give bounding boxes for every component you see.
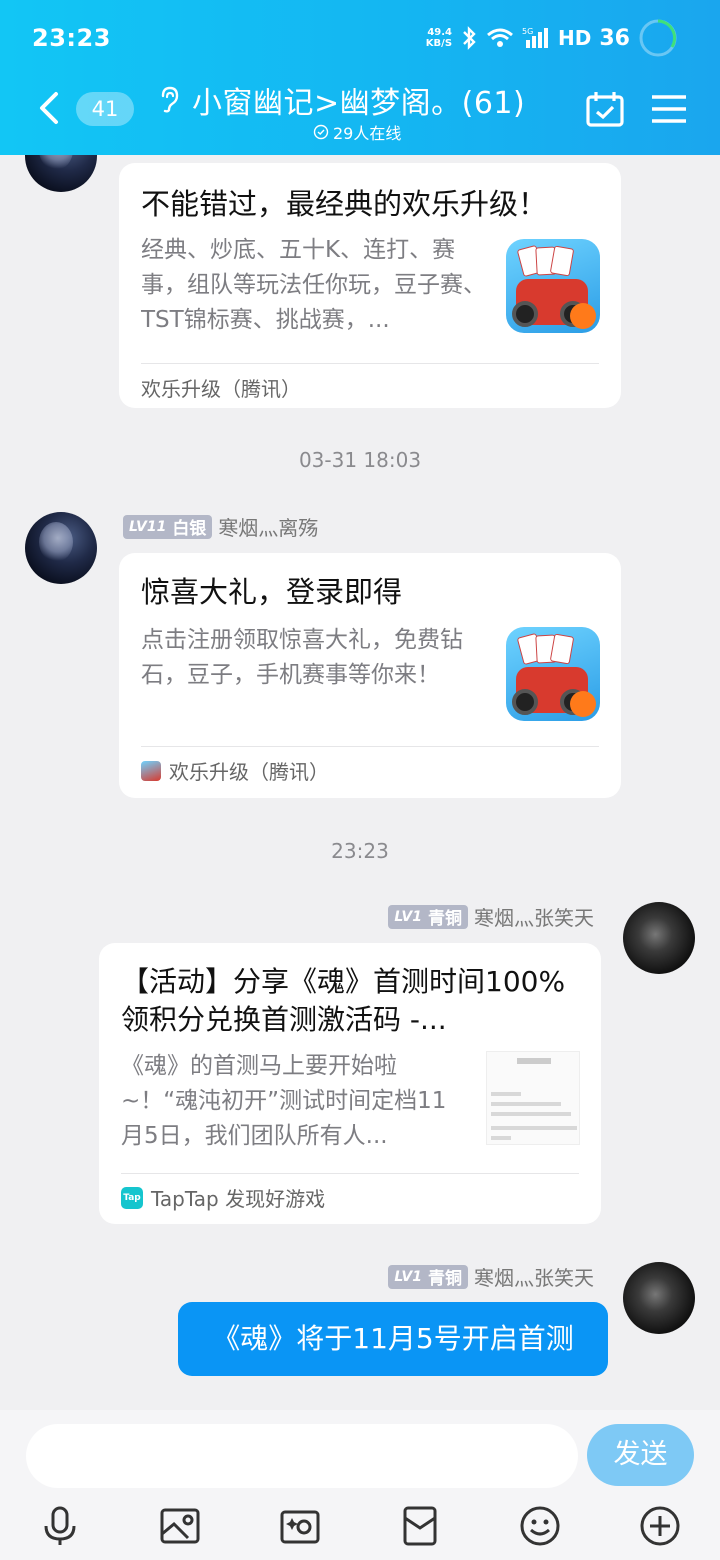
battery-ring-icon (639, 19, 677, 57)
self-avatar[interactable] (623, 902, 695, 974)
online-count-label: 29人在线 (333, 124, 402, 143)
text-message-bubble[interactable]: 《魂》将于11月5号开启首测 (178, 1302, 608, 1376)
card-source: 欢乐升级（腾讯） (141, 377, 301, 401)
share-card[interactable]: 惊喜大礼，登录即得 点击注册领取惊喜大礼，免费钻石，豆子，手机赛事等你来！ 欢乐… (119, 553, 621, 798)
camera-icon[interactable] (278, 1504, 322, 1548)
sender-info: LV1 青铜 寒烟灬张笑天 (388, 902, 594, 931)
card-description: 《魂》的首测马上要开始啦~！“魂沌初开”测试时间定档11月5日，我们团队所有人.… (121, 1053, 447, 1149)
game-app-icon (141, 760, 161, 781)
level-badge: LV1 青铜 (388, 1264, 468, 1289)
battery-level: 36 (599, 25, 630, 51)
message-timestamp: 03-31 18:03 (298, 448, 422, 472)
ear-icon[interactable] (154, 84, 184, 114)
card-title: 【活动】分享《魂》首测时间100%领积分兑换首测激活码 -... (121, 965, 566, 1036)
online-check-icon (313, 124, 329, 140)
sender-avatar[interactable] (25, 155, 97, 192)
taptap-logo-icon: Tap (121, 1186, 143, 1209)
message-input[interactable] (26, 1424, 578, 1488)
bluetooth-icon (463, 26, 476, 50)
send-button[interactable]: 发送 (587, 1424, 694, 1486)
sender-nickname[interactable]: 寒烟灬离殇 (218, 512, 318, 541)
input-bar: 发送 (0, 1410, 720, 1560)
message-timestamp: 23:23 (331, 839, 389, 863)
status-icons: 49.4 KB/S 5G HD 36 (426, 18, 678, 58)
sender-info: LV11 白银 寒烟灬离殇 (123, 512, 318, 541)
image-icon[interactable] (158, 1504, 202, 1548)
microphone-icon[interactable] (38, 1504, 82, 1548)
menu-icon[interactable] (652, 94, 686, 124)
signal-icon: 5G (522, 27, 549, 48)
card-description: 点击注册领取惊喜大礼，免费钻石，豆子，手机赛事等你来！ (141, 627, 463, 688)
svg-text:5G: 5G (522, 27, 533, 36)
level-badge: LV1 青铜 (388, 904, 468, 929)
wifi-icon (487, 28, 513, 47)
card-divider (141, 746, 599, 747)
card-divider (121, 1173, 579, 1174)
card-title: 惊喜大礼，登录即得 (141, 575, 403, 609)
plus-icon[interactable] (638, 1504, 682, 1548)
sender-nickname[interactable]: 寒烟灬张笑天 (474, 1262, 594, 1291)
status-time: 23:23 (32, 24, 111, 52)
card-title: 不能错过，最经典的欢乐升级！ (141, 187, 548, 221)
sender-info: LV1 青铜 寒烟灬张笑天 (388, 1262, 594, 1291)
sender-avatar[interactable] (25, 512, 97, 584)
card-source: 欢乐升级（腾讯） (141, 756, 329, 785)
group-title[interactable]: 小窗幽记>幽梦阁。(61) (192, 78, 525, 122)
emoji-icon[interactable] (518, 1504, 562, 1548)
red-packet-icon[interactable] (398, 1504, 442, 1548)
online-count: 29人在线 (313, 120, 401, 144)
share-card[interactable]: 不能错过，最经典的欢乐升级！ 经典、炒底、五十K、连打、赛事，组队等玩法任你玩，… (119, 163, 621, 408)
chat-header: 23:23 49.4 KB/S 5G HD 36 41 小窗幽记>幽梦阁。(61… (0, 0, 720, 155)
unread-count-badge[interactable]: 41 (76, 92, 134, 126)
share-card[interactable]: 【活动】分享《魂》首测时间100%领积分兑换首测激活码 -... 《魂》的首测马… (99, 943, 601, 1224)
hd-indicator: HD (558, 26, 592, 50)
level-badge: LV11 白银 (123, 514, 213, 539)
calendar-check-icon[interactable] (585, 90, 625, 128)
card-source: Tap TapTap 发现好游戏 (121, 1183, 325, 1212)
chat-area[interactable]: 不能错过，最经典的欢乐升级！ 经典、炒底、五十K、连打、赛事，组队等玩法任你玩，… (0, 155, 720, 1410)
network-speed: 49.4 KB/S (425, 27, 453, 49)
game-thumbnail (506, 627, 600, 721)
article-thumbnail (486, 1051, 580, 1145)
back-arrow-icon[interactable] (34, 90, 64, 126)
self-avatar[interactable] (623, 1262, 695, 1334)
game-thumbnail (506, 239, 600, 333)
card-description: 经典、炒底、五十K、连打、赛事，组队等玩法任你玩，豆子赛、TST锦标赛、挑战赛，… (141, 237, 486, 333)
card-divider (141, 363, 599, 364)
sender-nickname[interactable]: 寒烟灬张笑天 (474, 902, 594, 931)
